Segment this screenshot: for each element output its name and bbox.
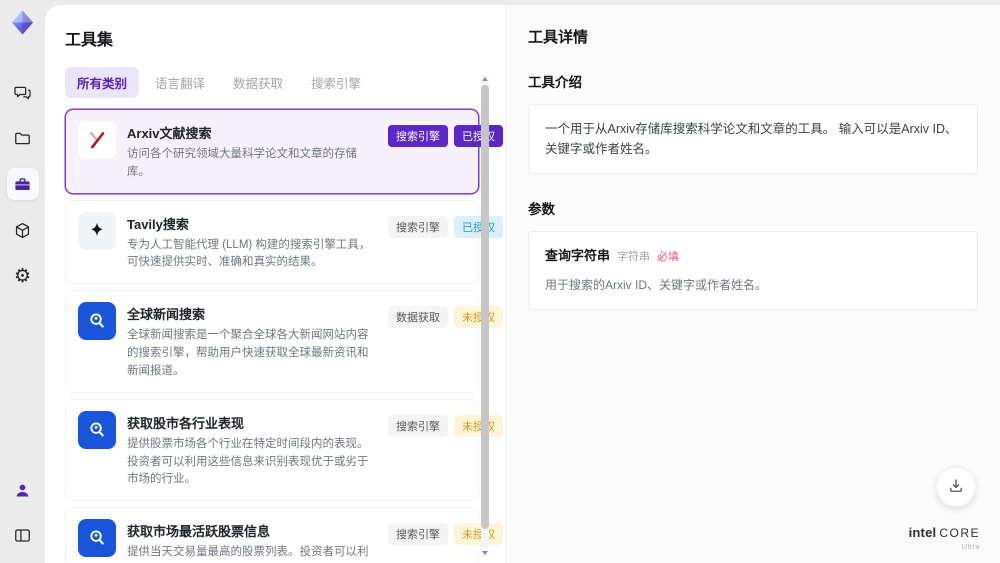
tool-card[interactable]: Tavily搜索 专为人工智能代理 (LLM) 构建的搜索引擎工具，可快速提供实… — [65, 199, 503, 285]
tool-card[interactable]: Arxiv文献搜索 访问各个研究领域大量科学论文和文章的存储库。 搜索引擎 已授… — [65, 109, 503, 194]
tool-description: 提供股票市场各个行业在特定时间段内的表现。投资者可以利用这些信息来识别表现优于或… — [127, 437, 369, 486]
intro-box: 一个用于从Arxiv存储库搜索科学论文和文章的工具。 输入可以是Arxiv ID… — [528, 104, 978, 174]
sidebar-nav: ⚙ — [6, 76, 39, 292]
page-title: 工具集 — [65, 32, 114, 49]
category-tab-1[interactable]: 语言翻译 — [143, 67, 217, 98]
download-icon — [947, 477, 965, 498]
tool-text: 全球新闻搜索 全球新闻搜索是一个聚合全球各大新闻网站内容的搜索引擎，帮助用户快速… — [127, 302, 377, 380]
briefcase-icon — [13, 175, 32, 194]
tool-card[interactable]: 全球新闻搜索 全球新闻搜索是一个聚合全球各大新闻网站内容的搜索引擎，帮助用户快速… — [65, 290, 503, 393]
params-box: 查询字符串 字符串 必填 用于搜索的Arxiv ID、关键字或作者姓名。 — [528, 231, 978, 310]
sidebar-item-panel-toggle[interactable] — [7, 519, 39, 551]
cube-icon — [13, 221, 32, 240]
arxiv-logo-icon — [78, 121, 116, 159]
tool-list: Arxiv文献搜索 访问各个研究领域大量科学论文和文章的存储库。 搜索引擎 已授… — [65, 109, 503, 563]
tool-description: 提供当天交易量最高的股票列表。投资者可以利用这些信息来识别流动性强的股票和潜在的… — [127, 546, 369, 559]
panel-toggle-icon — [13, 526, 32, 545]
scrollbar-up-arrow-icon[interactable] — [482, 77, 488, 81]
details-title: 工具详情 — [528, 29, 589, 46]
blue-search-icon — [78, 519, 116, 558]
sidebar-item-files[interactable] — [7, 122, 39, 154]
tool-title: 获取股市各行业表现 — [127, 415, 245, 431]
category-badge: 数据获取 — [388, 306, 448, 329]
sidebar-item-packages[interactable] — [7, 214, 39, 246]
sidebar-bottom — [7, 474, 39, 551]
auth-badge: 已授权 — [454, 215, 503, 238]
auth-badge: 未授权 — [454, 523, 503, 546]
blue-search-icon — [78, 302, 116, 341]
tool-title: Tavily搜索 — [127, 216, 189, 232]
scrollbar-down-arrow-icon[interactable] — [482, 551, 488, 555]
scrollbar-thumb[interactable] — [481, 85, 489, 529]
user-icon — [13, 481, 32, 500]
app-logo-icon — [9, 9, 36, 36]
core-wordmark: CORE — [939, 526, 980, 541]
tool-text: 获取股市各行业表现 提供股票市场各个行业在特定时间段内的表现。投资者可以利用这些… — [127, 411, 377, 489]
main-content: 工具集 所有类别 语言翻译 数据获取 搜索引擎 Arxiv文献搜索 访问各个研究领域大… — [45, 5, 1000, 563]
sidebar: ⚙ — [0, 0, 45, 563]
parameter-item: 查询字符串 字符串 必填 用于搜索的Arxiv ID、关键字或作者姓名。 — [545, 246, 961, 295]
tool-description: 全球新闻搜索是一个聚合全球各大新闻网站内容的搜索引擎，帮助用户快速获取全球最新资… — [127, 329, 369, 377]
tool-text: 获取市场最活跃股票信息 提供当天交易量最高的股票列表。投资者可以利用这些信息来识… — [127, 519, 377, 563]
folder-icon — [13, 129, 32, 148]
category-badge: 搜索引擎 — [388, 125, 448, 147]
intro-text: 一个用于从Arxiv存储库搜索科学论文和文章的工具。 输入可以是Arxiv ID… — [545, 122, 958, 156]
parameter-name: 查询字符串 — [545, 248, 611, 263]
category-tab-3[interactable]: 搜索引擎 — [299, 67, 373, 98]
intel-core-logo: intel CORE Ultra — [909, 524, 980, 551]
sidebar-item-settings[interactable]: ⚙ — [7, 260, 39, 292]
sidebar-item-user[interactable] — [7, 474, 39, 506]
sidebar-item-chat[interactable] — [7, 76, 39, 108]
tool-text: Arxiv文献搜索 访问各个研究领域大量科学论文和文章的存储库。 — [127, 121, 377, 182]
tool-description: 访问各个研究领域大量科学论文和文章的存储库。 — [127, 148, 357, 178]
gear-icon: ⚙ — [13, 264, 32, 287]
four-point-star-icon — [78, 211, 116, 250]
category-tabs: 所有类别 语言翻译 数据获取 搜索引擎 — [65, 67, 479, 98]
tools-panel: 工具集 所有类别 语言翻译 数据获取 搜索引擎 Arxiv文献搜索 访问各个研究领域大… — [45, 5, 505, 563]
blue-search-icon — [78, 410, 116, 449]
parameter-description: 用于搜索的Arxiv ID、关键字或作者姓名。 — [545, 277, 768, 292]
tool-title: 获取市场最活跃股票信息 — [127, 524, 271, 540]
app-window: ⚙ 工具集 所有类别 语言翻译 数据获取 搜索引擎 Arxiv文献搜索 访问各个… — [0, 0, 1000, 563]
parameter-type: 字符串 — [617, 251, 651, 263]
tool-details-panel: 工具详情 工具介绍 一个用于从Arxiv存储库搜索科学论文和文章的工具。 输入可… — [505, 5, 1000, 563]
intel-wordmark: intel — [908, 525, 937, 541]
intel-sub-label: Ultra — [961, 541, 980, 551]
tool-card[interactable]: 获取股市各行业表现 提供股票市场各个行业在特定时间段内的表现。投资者可以利用这些… — [65, 398, 503, 502]
list-scrollbar[interactable] — [481, 75, 489, 557]
download-button[interactable] — [936, 467, 976, 507]
tool-description: 专为人工智能代理 (LLM) 构建的搜索引擎工具，可快速提供实时、准确和真实的结… — [127, 238, 371, 269]
category-tab-2[interactable]: 数据获取 — [221, 67, 295, 98]
sidebar-item-tools[interactable] — [6, 168, 39, 200]
category-badge: 搜索引擎 — [388, 215, 448, 238]
category-badge: 搜索引擎 — [388, 523, 448, 546]
params-heading: 参数 — [528, 202, 555, 217]
tool-title: 全球新闻搜索 — [127, 307, 206, 323]
chat-icon — [13, 83, 32, 102]
auth-badge: 未授权 — [454, 414, 503, 437]
auth-badge: 未授权 — [454, 306, 503, 329]
tool-card[interactable]: 获取市场最活跃股票信息 提供当天交易量最高的股票列表。投资者可以利用这些信息来识… — [65, 507, 503, 563]
parameter-required-badge: 必填 — [657, 251, 680, 263]
intro-heading: 工具介绍 — [528, 75, 582, 90]
category-badge: 搜索引擎 — [388, 414, 448, 437]
auth-badge: 已授权 — [454, 125, 503, 147]
tool-text: Tavily搜索 专为人工智能代理 (LLM) 构建的搜索引擎工具，可快速提供实… — [127, 212, 377, 273]
tool-title: Arxiv文献搜索 — [127, 126, 212, 141]
category-tab-0[interactable]: 所有类别 — [65, 67, 140, 98]
